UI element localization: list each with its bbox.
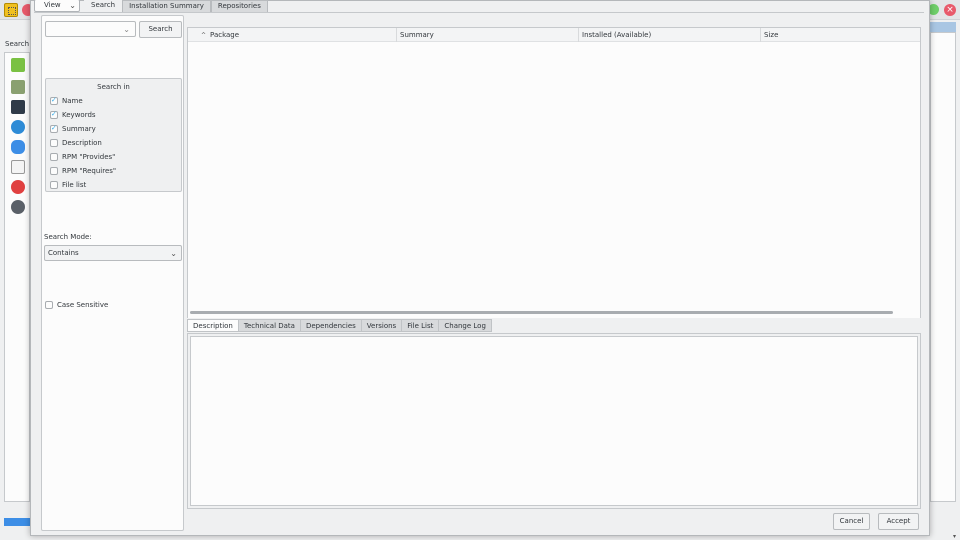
search-in-group: Search in Name Keywords Summary Descript… (45, 78, 182, 192)
horizontal-scrollbar[interactable] (188, 306, 920, 318)
background-selection-strip (930, 22, 956, 32)
search-button[interactable]: Search (139, 21, 182, 38)
scrollbar-thumb[interactable] (190, 311, 893, 314)
security-icon[interactable] (11, 140, 25, 154)
tab-repositories[interactable]: Repositories (210, 0, 268, 12)
checkbox-file-list[interactable]: File list (50, 180, 86, 190)
background-right-panel (930, 32, 956, 502)
search-mode-value: Contains (48, 249, 79, 257)
terminal-icon[interactable] (11, 100, 25, 114)
checkbox-label: Summary (62, 125, 96, 133)
main-tab-bar: View ⌄ Search Installation Summary Repos… (34, 0, 268, 12)
view-menu-combo[interactable]: View ⌄ (34, 0, 80, 12)
detail-panel (187, 333, 921, 509)
checkbox-unchecked-icon[interactable] (50, 167, 58, 175)
view-label: View (44, 1, 61, 9)
checkbox-unchecked-icon[interactable] (45, 301, 53, 309)
tab-versions[interactable]: Versions (361, 319, 403, 332)
detail-tab-bar: Description Technical Data Dependencies … (187, 319, 492, 333)
checkbox-summary[interactable]: Summary (50, 124, 96, 134)
accept-button[interactable]: Accept (878, 513, 919, 530)
background-sidebar (4, 52, 30, 502)
help-icon[interactable] (11, 180, 25, 194)
tab-bar-divider (34, 12, 924, 13)
background-search-label: Search (5, 40, 30, 48)
checkbox-label: RPM "Provides" (62, 153, 116, 161)
table-header: ^ Package Summary Installed (Available) S… (188, 28, 920, 42)
tab-file-list[interactable]: File List (402, 319, 440, 332)
checkbox-keywords[interactable]: Keywords (50, 110, 96, 120)
case-sensitive-checkbox[interactable]: Case Sensitive (45, 301, 108, 309)
checkbox-label: RPM "Requires" (62, 167, 117, 175)
chevron-down-icon: ⌄ (69, 1, 76, 10)
checkbox-checked-icon[interactable] (50, 96, 58, 105)
checkbox-name[interactable]: Name (50, 96, 83, 106)
tab-description[interactable]: Description (187, 319, 239, 332)
checkbox-unchecked-icon[interactable] (50, 139, 58, 147)
checkbox-rpm-requires[interactable]: RPM "Requires" (50, 166, 116, 176)
tab-search[interactable]: Search (84, 0, 123, 12)
checkbox-rpm-provides[interactable]: RPM "Provides" (50, 152, 115, 162)
checkbox-unchecked-icon[interactable] (50, 181, 58, 189)
chevron-down-icon: ⌄ (170, 249, 177, 258)
column-header-installed[interactable]: Installed (Available) (579, 28, 761, 42)
checkbox-description[interactable]: Description (50, 138, 102, 148)
checkbox-checked-icon[interactable] (50, 124, 58, 133)
image-icon[interactable] (11, 80, 25, 94)
checkbox-unchecked-icon[interactable] (50, 153, 58, 161)
tab-dependencies[interactable]: Dependencies (300, 319, 362, 332)
checkbox-label: File list (62, 181, 87, 189)
globe-icon[interactable] (11, 120, 25, 134)
software-icon[interactable] (11, 58, 25, 72)
chevron-down-icon[interactable]: ⌄ (123, 25, 130, 34)
background-button[interactable] (4, 518, 30, 526)
software-management-dialog: View ⌄ Search Installation Summary Repos… (30, 0, 930, 536)
cancel-button[interactable]: Cancel (833, 513, 870, 530)
column-header-size[interactable]: Size (761, 28, 920, 42)
tab-change-log[interactable]: Change Log (439, 319, 492, 332)
column-header-summary[interactable]: Summary (397, 28, 579, 42)
search-in-title: Search in (97, 83, 130, 91)
search-mode-select[interactable]: Contains ⌄ (44, 245, 182, 261)
checkbox-label: Description (62, 139, 102, 147)
column-header-package[interactable]: ^ Package (188, 28, 397, 42)
packages-pane: ^ Package Summary Installed (Available) S… (187, 26, 921, 511)
checkbox-checked-icon[interactable] (50, 110, 58, 119)
checkbox-label: Name (62, 97, 83, 105)
sort-ascending-icon: ^ (201, 32, 207, 39)
more-icon[interactable] (11, 200, 25, 214)
description-view[interactable] (190, 336, 918, 506)
vm-icon[interactable] (11, 160, 25, 174)
app-logo-icon (4, 3, 18, 17)
search-input[interactable]: ⌄ (45, 21, 136, 37)
search-filter-pane: ⌄ Search Search in Name Keywords Summary… (41, 15, 184, 531)
tab-installation-summary[interactable]: Installation Summary (122, 0, 211, 12)
tab-technical-data[interactable]: Technical Data (238, 319, 301, 332)
package-table[interactable]: ^ Package Summary Installed (Available) S… (187, 27, 921, 318)
checkbox-label: Keywords (62, 111, 96, 119)
close-icon[interactable]: × (944, 4, 956, 16)
case-sensitive-label: Case Sensitive (57, 301, 109, 309)
search-mode-label: Search Mode: (44, 233, 92, 241)
scroll-down-icon[interactable]: ▾ (953, 533, 956, 540)
